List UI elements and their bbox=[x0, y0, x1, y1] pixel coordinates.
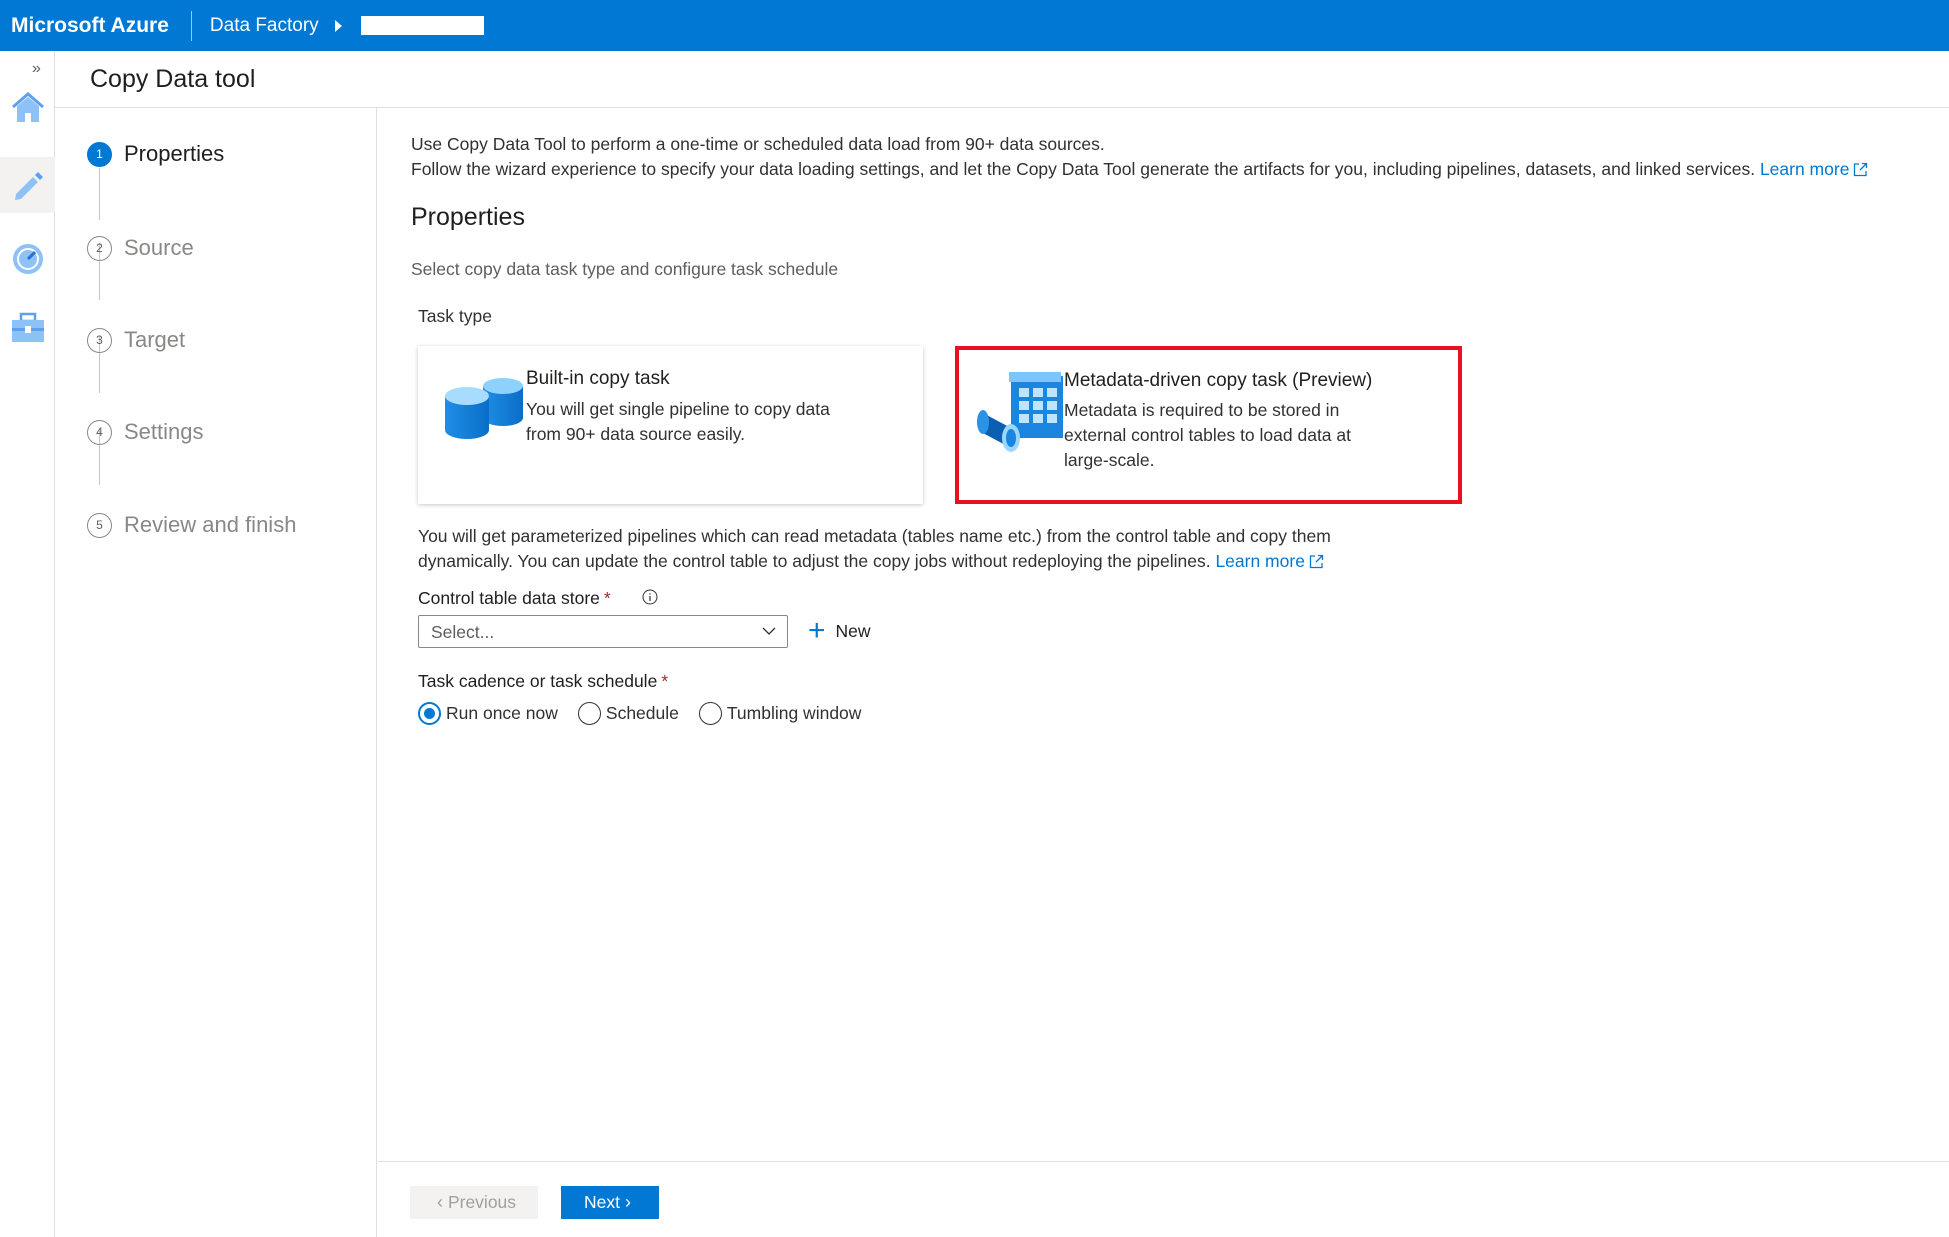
intro-line-2: Follow the wizard experience to specify … bbox=[411, 157, 1868, 182]
info-icon[interactable] bbox=[642, 589, 658, 605]
card-desc-line: large-scale. bbox=[1064, 450, 1155, 470]
new-button-label: New bbox=[835, 620, 871, 641]
expand-icon[interactable]: » bbox=[32, 60, 41, 78]
step-target[interactable]: 3 Target bbox=[87, 327, 185, 353]
previous-button[interactable]: ‹ Previous bbox=[410, 1186, 538, 1219]
control-store-label-text: Control table data store bbox=[418, 588, 600, 608]
home-icon bbox=[11, 92, 44, 122]
main-content: Use Copy Data Tool to perform a one-time… bbox=[378, 108, 1949, 1161]
cadence-label-text: Task cadence or task schedule bbox=[418, 671, 658, 691]
parameterized-note: You will get parameterized pipelines whi… bbox=[418, 524, 1418, 574]
step-number: 3 bbox=[87, 327, 112, 353]
control-store-dropdown[interactable]: Select... bbox=[418, 615, 788, 648]
plus-icon: + bbox=[808, 614, 826, 647]
card-desc-line: external control tables to load data at bbox=[1064, 425, 1351, 445]
card-desc-line: Metadata is required to be stored in bbox=[1064, 400, 1340, 420]
monitor-gauge-icon bbox=[12, 244, 43, 274]
step-number: 5 bbox=[87, 512, 112, 538]
rail-manage[interactable] bbox=[0, 300, 55, 356]
step-connector bbox=[99, 168, 100, 220]
brand-name[interactable]: Microsoft Azure bbox=[0, 10, 192, 41]
radio-schedule[interactable]: Schedule bbox=[577, 702, 679, 725]
next-label: Next bbox=[584, 1192, 620, 1212]
radio-tumbling-window[interactable]: Tumbling window bbox=[698, 702, 862, 725]
card-desc-line: You will get single pipeline to copy dat… bbox=[526, 399, 830, 419]
step-review-and-finish[interactable]: 5 Review and finish bbox=[87, 512, 296, 538]
radio-button[interactable] bbox=[698, 702, 722, 725]
intro-line-2-text: Follow the wizard experience to specify … bbox=[411, 159, 1756, 179]
note-line-2-text: dynamically. You can update the control … bbox=[418, 551, 1211, 571]
metadata-driven-copy-task-card[interactable]: Metadata-driven copy task (Preview) Meta… bbox=[955, 346, 1462, 504]
step-number: 4 bbox=[87, 419, 112, 445]
card-desc-line: from 90+ data source easily. bbox=[526, 424, 746, 444]
radio-label: Run once now bbox=[446, 703, 558, 723]
page-header: Copy Data tool bbox=[55, 51, 1949, 108]
intro-line-1: Use Copy Data Tool to perform a one-time… bbox=[411, 134, 1105, 154]
required-asterisk: * bbox=[661, 671, 669, 691]
rail-home[interactable] bbox=[0, 80, 55, 136]
radio-button[interactable] bbox=[418, 702, 441, 725]
step-number: 2 bbox=[87, 235, 112, 261]
step-source[interactable]: 2 Source bbox=[87, 235, 194, 261]
pencil-icon bbox=[14, 172, 43, 200]
step-settings[interactable]: 4 Settings bbox=[87, 419, 204, 445]
learn-more-link[interactable]: Learn more bbox=[1760, 159, 1850, 179]
step-label: Properties bbox=[124, 141, 225, 166]
wizard-steps: 1 Properties 2 Source 3 Target 4 Setting… bbox=[55, 108, 377, 1237]
radio-label: Tumbling window bbox=[726, 703, 862, 723]
radio-button[interactable] bbox=[577, 702, 601, 725]
breadcrumb-data-factory[interactable]: Data Factory bbox=[210, 15, 319, 37]
page-title: Copy Data tool bbox=[90, 65, 256, 93]
intro-text: Use Copy Data Tool to perform a one-time… bbox=[411, 132, 1868, 182]
breadcrumb: Data Factory bbox=[192, 15, 484, 37]
step-properties[interactable]: 1 Properties bbox=[87, 141, 224, 167]
cadence-label: Task cadence or task schedule * bbox=[418, 671, 668, 692]
builtin-copy-task-card[interactable]: Built-in copy task You will get single p… bbox=[418, 346, 923, 504]
previous-label: Previous bbox=[447, 1192, 517, 1212]
step-label: Source bbox=[124, 235, 194, 260]
left-nav-rail: » bbox=[0, 51, 55, 1237]
step-label: Target bbox=[124, 327, 186, 352]
dropdown-placeholder: Select... bbox=[431, 622, 495, 642]
required-asterisk: * bbox=[603, 588, 611, 608]
step-number: 1 bbox=[87, 141, 112, 167]
redacted-factory-name bbox=[360, 16, 484, 35]
section-title: Properties bbox=[411, 203, 525, 231]
external-link-icon[interactable] bbox=[1853, 162, 1868, 177]
rail-author[interactable] bbox=[0, 157, 55, 213]
wizard-footer: ‹ Previous Next › bbox=[378, 1161, 1949, 1237]
step-label: Review and finish bbox=[124, 512, 297, 537]
chevron-down-icon bbox=[762, 627, 776, 635]
note-line-2: dynamically. You can update the control … bbox=[418, 549, 1418, 574]
card-title: Metadata-driven copy task (Preview) bbox=[1064, 370, 1373, 391]
next-button[interactable]: Next › bbox=[561, 1186, 659, 1219]
new-data-store-button[interactable]: + New bbox=[808, 613, 871, 649]
chevron-right-icon bbox=[334, 19, 342, 32]
section-subtitle: Select copy data task type and configure… bbox=[411, 259, 839, 279]
card-description: Metadata is required to be stored in ext… bbox=[1064, 398, 1351, 473]
radio-run-once-now[interactable]: Run once now bbox=[418, 702, 558, 725]
toolbox-icon bbox=[11, 312, 44, 342]
rail-monitor[interactable] bbox=[0, 231, 55, 287]
chevron-right-icon: › bbox=[624, 1192, 631, 1212]
top-bar: Microsoft Azure Data Factory bbox=[0, 0, 1949, 51]
note-line-1: You will get parameterized pipelines whi… bbox=[418, 526, 1331, 546]
external-link-icon[interactable] bbox=[1309, 554, 1324, 569]
task-type-label: Task type bbox=[418, 306, 492, 326]
card-description: You will get single pipeline to copy dat… bbox=[526, 397, 830, 447]
control-store-label: Control table data store * bbox=[418, 588, 611, 609]
cadence-radio-group: Run once now Schedule Tumbling window bbox=[418, 702, 881, 725]
database-icon bbox=[445, 378, 523, 439]
chevron-left-icon: ‹ bbox=[436, 1192, 443, 1212]
metadata-table-pipe-icon bbox=[977, 372, 1063, 452]
learn-more-link[interactable]: Learn more bbox=[1215, 551, 1305, 571]
card-title: Built-in copy task bbox=[526, 368, 670, 389]
step-label: Settings bbox=[124, 419, 204, 444]
radio-label: Schedule bbox=[605, 703, 679, 723]
